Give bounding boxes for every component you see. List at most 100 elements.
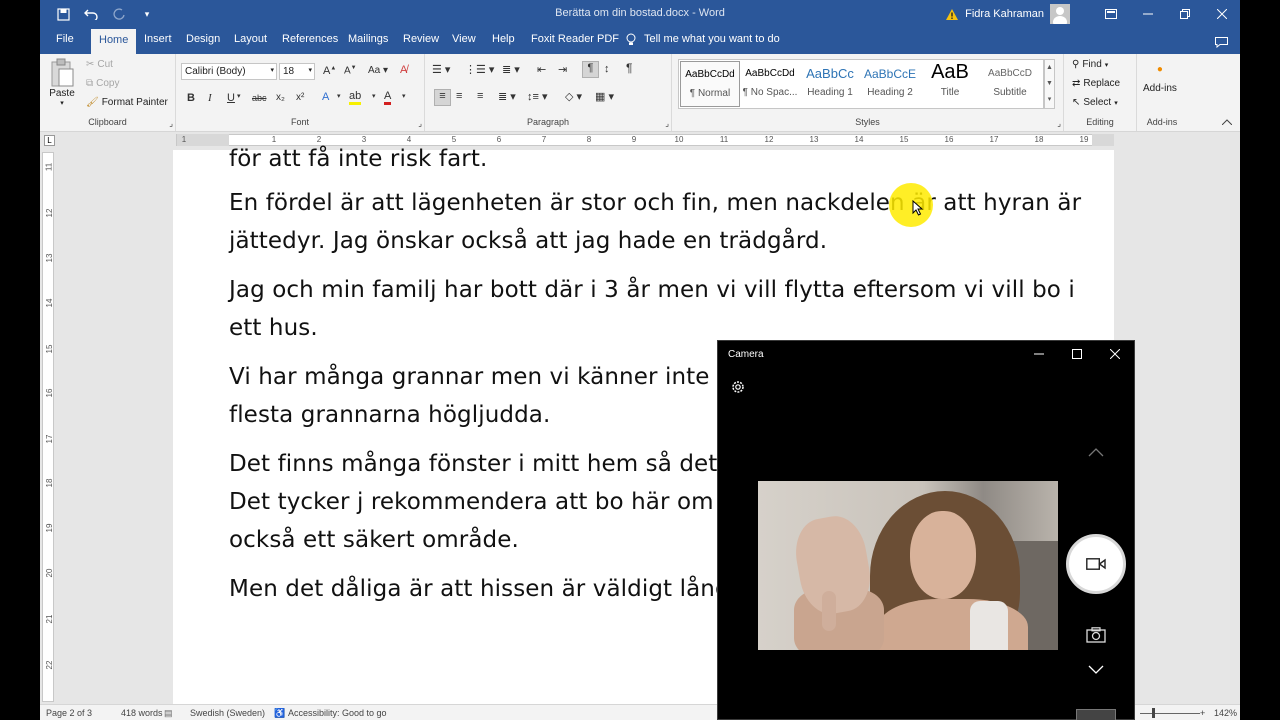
replace-button[interactable]: ⇄ Replace bbox=[1072, 78, 1120, 89]
subscript-button[interactable]: x₂ bbox=[276, 92, 285, 103]
tab-help[interactable]: Help bbox=[492, 33, 515, 45]
superscript-button[interactable]: x² bbox=[296, 92, 304, 103]
styles-gallery: AaBbCcDd ¶ Normal AaBbCcDd ¶ No Spac... … bbox=[678, 59, 1044, 109]
styles-gallery-scroll[interactable]: ▲ ▼ ▾ bbox=[1044, 59, 1055, 109]
accessibility-status[interactable]: Accessibility: Good to go bbox=[288, 708, 387, 718]
cut-label: Cut bbox=[97, 59, 113, 70]
cut-button[interactable]: ✂ Cut bbox=[86, 59, 113, 70]
chevron-down-icon: ▾ bbox=[1114, 99, 1118, 107]
style-title[interactable]: AaB Title bbox=[920, 61, 980, 107]
zoom-slider[interactable] bbox=[1140, 713, 1200, 714]
copy-label: Copy bbox=[96, 78, 120, 89]
minimize-icon[interactable] bbox=[1129, 0, 1166, 28]
tab-view[interactable]: View bbox=[452, 33, 476, 45]
font-color-icon[interactable]: A bbox=[384, 90, 392, 105]
text-direction-icon[interactable]: ¶ bbox=[582, 61, 599, 78]
text-effects-icon[interactable]: A bbox=[322, 91, 329, 103]
tab-selector[interactable]: L bbox=[44, 135, 55, 146]
video-record-button[interactable] bbox=[1066, 534, 1126, 594]
settings-icon[interactable] bbox=[730, 379, 746, 395]
multilevel-list-icon[interactable]: ≣ ▾ bbox=[502, 63, 520, 76]
camera-photo-icon[interactable] bbox=[1086, 627, 1106, 643]
shrink-font-icon[interactable]: A▼ bbox=[344, 65, 357, 76]
language[interactable]: Swedish (Sweden) bbox=[190, 708, 265, 718]
bullets-icon[interactable]: ☰ ▾ bbox=[432, 63, 450, 76]
align-left-icon[interactable]: ≡ bbox=[434, 89, 451, 106]
paragraph[interactable]: Jag och min familj har bott där i 3 år m… bbox=[229, 271, 1089, 347]
collapse-ribbon-icon[interactable] bbox=[1221, 116, 1233, 128]
tab-design[interactable]: Design bbox=[186, 33, 220, 45]
align-center-icon[interactable]: ≡ bbox=[456, 90, 462, 102]
align-right-icon[interactable]: ≡ bbox=[477, 90, 483, 102]
style-no-spacing[interactable]: AaBbCcDd ¶ No Spac... bbox=[740, 61, 800, 107]
zoom-level[interactable]: 142% bbox=[1214, 708, 1237, 718]
maximize-icon[interactable] bbox=[1058, 341, 1096, 367]
tab-mailings[interactable]: Mailings bbox=[348, 33, 388, 45]
font-size-combo[interactable]: 18 ▾ bbox=[279, 63, 315, 80]
user-account[interactable]: Fidra Kahraman bbox=[945, 4, 1070, 24]
style-subtitle[interactable]: AaBbCcD Subtitle bbox=[980, 61, 1040, 107]
zoom-slider-thumb[interactable] bbox=[1152, 708, 1155, 718]
change-case-icon[interactable]: Aa ▾ bbox=[368, 65, 388, 76]
tab-references[interactable]: References bbox=[282, 33, 338, 45]
highlight-icon[interactable]: ab bbox=[349, 90, 362, 105]
dialog-launcher-icon[interactable]: ⌟ bbox=[1057, 119, 1061, 128]
ribbon-display-icon[interactable] bbox=[1092, 0, 1129, 28]
italic-button[interactable]: I bbox=[208, 92, 212, 104]
increase-indent-icon[interactable]: ⇥ bbox=[558, 63, 567, 76]
select-button[interactable]: ↖ Select ▾ bbox=[1072, 97, 1118, 108]
chevron-down-icon[interactable] bbox=[1088, 665, 1104, 675]
close-icon[interactable] bbox=[1203, 0, 1240, 28]
bold-button[interactable]: B bbox=[187, 92, 195, 104]
addins-button[interactable]: ● Add-ins bbox=[1143, 64, 1177, 94]
style-heading-1[interactable]: AaBbCc Heading 1 bbox=[800, 61, 860, 107]
tab-home[interactable]: Home bbox=[91, 29, 137, 54]
tab-layout[interactable]: Layout bbox=[234, 33, 267, 45]
show-formatting-marks-icon[interactable]: ¶ bbox=[626, 61, 632, 75]
dialog-launcher-icon[interactable]: ⌟ bbox=[169, 119, 173, 128]
paragraph[interactable]: En fördel är att lägenheten är stor och … bbox=[229, 184, 1089, 260]
tab-foxit-reader-pdf[interactable]: Foxit Reader PDF bbox=[531, 33, 619, 45]
proofing-icon[interactable]: ▤ bbox=[164, 708, 173, 719]
zoom-in-icon[interactable]: + bbox=[1200, 708, 1205, 718]
style-preview: AaBbCcE bbox=[863, 67, 917, 81]
format-painter-button[interactable]: 🖌 Format Painter bbox=[86, 97, 168, 108]
paragraph[interactable]: för att få inte risk fart. bbox=[229, 140, 1089, 178]
clear-formatting-icon[interactable]: A̸ bbox=[400, 64, 407, 76]
line-spacing-icon[interactable]: ↕≡ ▾ bbox=[527, 90, 548, 103]
tab-file[interactable]: File bbox=[56, 33, 74, 45]
strikethrough-button[interactable]: abc bbox=[252, 93, 267, 103]
word-count[interactable]: 418 words bbox=[121, 708, 163, 718]
tab-insert[interactable]: Insert bbox=[144, 33, 172, 45]
tab-review[interactable]: Review bbox=[403, 33, 439, 45]
minimize-icon[interactable] bbox=[1020, 341, 1058, 367]
tell-me-text: Tell me what you want to do bbox=[644, 33, 780, 45]
numbering-icon[interactable]: ⋮☰ ▾ bbox=[465, 63, 494, 76]
copy-button[interactable]: ⧉ Copy bbox=[86, 78, 120, 89]
tell-me-box[interactable]: Tell me what you want to do bbox=[626, 33, 780, 46]
format-painter-icon: 🖌 bbox=[86, 97, 99, 108]
restore-icon[interactable] bbox=[1166, 0, 1203, 28]
dialog-launcher-icon[interactable]: ⌟ bbox=[665, 119, 669, 128]
dialog-launcher-icon[interactable]: ⌟ bbox=[418, 119, 422, 128]
comments-icon[interactable] bbox=[1215, 35, 1228, 53]
sort-icon[interactable]: ↕ bbox=[604, 63, 610, 75]
style-normal[interactable]: AaBbCcDd ¶ Normal bbox=[680, 61, 740, 107]
paste-button[interactable]: Paste ▾ bbox=[49, 58, 75, 107]
camera-title: Camera bbox=[728, 349, 764, 360]
grow-font-icon[interactable]: A▲ bbox=[323, 65, 336, 77]
justify-icon[interactable]: ≣ ▾ bbox=[498, 90, 516, 103]
shading-icon[interactable]: ◇ ▾ bbox=[565, 90, 582, 103]
decrease-indent-icon[interactable]: ⇤ bbox=[537, 63, 546, 76]
vertical-ruler[interactable]: 11 12 13 14 15 16 17 18 19 20 21 22 bbox=[42, 152, 54, 702]
chevron-up-icon[interactable] bbox=[1088, 447, 1104, 457]
style-heading-2[interactable]: AaBbCcE Heading 2 bbox=[860, 61, 920, 107]
find-button[interactable]: ⚲ Find ▾ bbox=[1072, 59, 1108, 70]
underline-button[interactable]: U bbox=[227, 92, 235, 104]
close-icon[interactable] bbox=[1096, 341, 1134, 367]
borders-icon[interactable]: ▦ ▾ bbox=[595, 90, 614, 103]
page-count[interactable]: Page 2 of 3 bbox=[46, 708, 92, 718]
addins-icon: ● bbox=[1156, 64, 1163, 75]
last-capture-thumbnail[interactable] bbox=[1076, 709, 1116, 720]
font-name-combo[interactable]: Calibri (Body) ▾ bbox=[181, 63, 277, 80]
